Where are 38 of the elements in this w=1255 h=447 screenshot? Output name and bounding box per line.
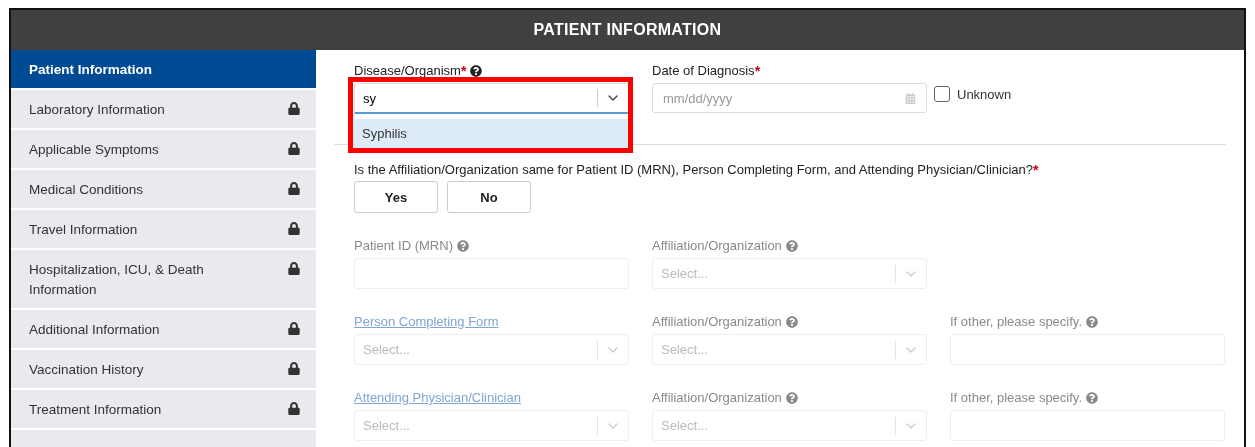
sidebar-item[interactable]: Hospitalization, ICU, & Death Information (11, 250, 316, 308)
field-label: Patient ID (MRN) (354, 238, 453, 253)
sidebar-label: Additional Information (29, 321, 160, 339)
field-label: If other, please specify. (950, 314, 1082, 329)
sidebar-item[interactable]: Laboratory Information (11, 90, 316, 128)
checkbox[interactable] (934, 86, 950, 102)
sidebar-item[interactable]: Additional Information (11, 310, 316, 348)
sidebar-label: Applicable Symptoms (29, 141, 159, 159)
sidebar-label: Treatment Information (29, 401, 162, 419)
field-label: Affiliation/Organization (652, 314, 782, 329)
field-label: Disease/Organism (354, 63, 461, 78)
answer-button[interactable]: No (447, 181, 531, 213)
sidebar-item[interactable]: Applicable Symptoms (11, 130, 316, 168)
disease-combobox[interactable]: sy (354, 83, 629, 114)
field-label: Affiliation/Organization (652, 238, 782, 253)
sidebar-label: Vaccination History (29, 361, 144, 379)
sidebar-label: Travel Information (29, 221, 138, 239)
sidebar-label: Hospitalization, ICU, & Death Information (29, 261, 205, 299)
required-mark: * (1032, 162, 1039, 178)
dropdown-option[interactable]: Syphilis (354, 119, 629, 148)
checkbox-label: Unknown (957, 86, 1012, 102)
page-header: PATIENT INFORMATION (11, 10, 1244, 50)
sidebar-item[interactable]: Treatment Information (11, 390, 316, 428)
sidebar-item[interactable]: Patient Information (11, 50, 316, 88)
question-text: Is the Affiliation/Organization same for Patient ID (MRN), Person Completing Form, and Attending Physician/Clinician? (354, 162, 1033, 178)
help-icon[interactable] (470, 64, 483, 77)
field-label: Affiliation/Organization (652, 390, 782, 405)
sidebar-item[interactable]: Vaccination History (11, 350, 316, 388)
required-mark: * (460, 62, 467, 79)
sidebar-label: Laboratory Information (29, 101, 165, 119)
answer-button[interactable]: Yes (354, 181, 438, 213)
sidebar-label: Patient Information (29, 61, 152, 79)
sidebar-item[interactable]: Travel Information (11, 210, 316, 248)
field-label: If other, please specify. (950, 390, 1082, 405)
sidebar-label: Medical Conditions (29, 181, 144, 199)
sidebar-item[interactable]: Medical Conditions (11, 170, 316, 208)
field-label: Date of Diagnosis (652, 63, 755, 78)
required-mark: * (754, 62, 761, 79)
